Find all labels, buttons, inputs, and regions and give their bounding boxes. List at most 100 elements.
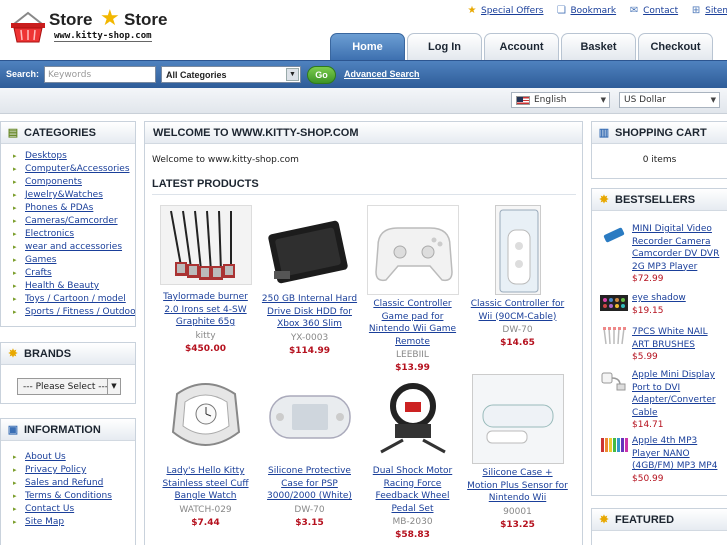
product-name[interactable]: Lady's Hello Kitty Stainless steel Cuff … (155, 465, 256, 503)
list-item[interactable]: ▸ Crafts (13, 267, 135, 280)
info-link[interactable]: Terms & Conditions (25, 491, 112, 501)
list-item[interactable]: ▸ Site Map (13, 516, 135, 529)
bullet-icon: ▸ (13, 204, 17, 212)
brands-select[interactable]: --- Please Select --- ▼ (17, 378, 121, 395)
product-card[interactable]: Taylormade burner 2.0 Irons set 4-SW Gra… (155, 205, 256, 356)
category-link[interactable]: Games (25, 255, 56, 265)
currency-select[interactable]: US Dollar ▼ (619, 92, 720, 108)
bestseller-thumbnail[interactable] (600, 369, 628, 391)
list-item[interactable]: ▸ Terms & Conditions (13, 490, 135, 503)
product-name[interactable]: Silicone Case + Motion Plus Sensor for N… (467, 467, 568, 505)
list-item[interactable]: ▸ Games (13, 254, 135, 267)
list-item[interactable]: ▸ wear and accessories (13, 241, 135, 254)
product-name[interactable]: 250 GB Internal Hard Drive Disk HDD for … (259, 293, 360, 331)
product-image[interactable] (366, 374, 459, 462)
product-card[interactable]: 250 GB Internal Hard Drive Disk HDD for … (259, 205, 360, 358)
bookmark-label[interactable]: Bookmark (571, 6, 617, 16)
product-name[interactable]: Dual Shock Motor Racing Force Feedback W… (362, 465, 463, 515)
go-button[interactable]: Go (307, 66, 336, 84)
bookmark-link[interactable]: ❏ Bookmark (556, 5, 617, 16)
category-link[interactable]: Health & Beauty (25, 281, 99, 291)
chevron-down-icon[interactable]: ▼ (286, 68, 299, 81)
bestseller-name[interactable]: Apple Mini Display Port to DVI Adapter/C… (632, 370, 716, 418)
list-item[interactable]: ▸ Sports / Fitness / Outdoor (13, 306, 135, 319)
info-link[interactable]: Contact Us (25, 504, 74, 514)
tab-checkout[interactable]: Checkout (638, 33, 713, 60)
product-name[interactable]: Classic Controller Game pad for Nintendo… (362, 298, 463, 348)
product-image[interactable] (263, 205, 356, 293)
product-card[interactable]: Silicone Case + Motion Plus Sensor for N… (467, 374, 568, 532)
product-card[interactable]: Silicone Protective Case for PSP 3000/20… (259, 374, 360, 530)
special-offers-link[interactable]: ★ Special Offers (466, 5, 544, 16)
category-link[interactable]: Toys / Cartoon / model (25, 294, 126, 304)
advanced-search-link[interactable]: Advanced Search (344, 69, 420, 79)
tab-basket[interactable]: Basket (561, 33, 636, 60)
category-link[interactable]: Crafts (25, 268, 52, 278)
product-card[interactable]: Classic Controller Game pad for Nintendo… (362, 205, 463, 375)
product-name[interactable]: Silicone Protective Case for PSP 3000/20… (259, 465, 360, 503)
product-image[interactable] (263, 374, 356, 462)
product-name[interactable]: Taylormade burner 2.0 Irons set 4-SW Gra… (155, 291, 256, 329)
list-item[interactable]: ▸ Cameras/Camcorder (13, 215, 135, 228)
basket-logo-icon (11, 11, 45, 43)
list-item[interactable]: ▸ Desktops (13, 150, 135, 163)
list-item[interactable]: ▸ Toys / Cartoon / model (13, 293, 135, 306)
language-select[interactable]: English ▼ (511, 92, 610, 108)
product-name[interactable]: Classic Controller for Wii (90CM-Cable) (467, 298, 568, 323)
category-link[interactable]: Sports / Fitness / Outdoor (25, 307, 135, 317)
site-logo[interactable]: Store ★ Store www.kitty-shop.com (10, 6, 172, 44)
contact-link[interactable]: ✉ Contact (628, 5, 678, 16)
category-link[interactable]: wear and accessories (25, 242, 122, 252)
bestseller-thumbnail[interactable] (600, 223, 628, 245)
list-item[interactable]: ▸ Phones & PDAs (13, 202, 135, 215)
category-link[interactable]: Desktops (25, 151, 67, 161)
list-item[interactable]: ▸ Components (13, 176, 135, 189)
bestseller-thumbnail[interactable] (600, 292, 628, 314)
product-card[interactable]: Classic Controller for Wii (90CM-Cable) … (467, 205, 568, 350)
logo-word-1: Store (49, 10, 93, 29)
bestseller-name[interactable]: MINI Digital Video Recorder Camera Camco… (632, 224, 719, 272)
category-link[interactable]: Electronics (25, 229, 74, 239)
list-item[interactable]: ▸ About Us (13, 451, 135, 464)
sitemap-link[interactable]: ⊞ Sitemap (690, 5, 727, 16)
bestseller-name[interactable]: Apple 4th MP3 Player NANO (4GB/FM) MP3 M… (632, 436, 717, 471)
special-offers-label[interactable]: Special Offers (481, 6, 544, 16)
bestseller-name[interactable]: 7PCS White NAIL ART BRUSHES (632, 327, 708, 350)
tab-account[interactable]: Account (484, 33, 559, 60)
list-item[interactable]: ▸ Computer&Accessories (13, 163, 135, 176)
category-link[interactable]: Cameras/Camcorder (25, 216, 118, 226)
info-link[interactable]: About Us (25, 452, 66, 462)
search-input[interactable]: Keywords (44, 66, 156, 83)
info-link[interactable]: Site Map (25, 517, 64, 527)
category-link[interactable]: Phones & PDAs (25, 203, 93, 213)
product-image[interactable] (164, 374, 247, 462)
category-select[interactable]: All Categories ▼ (161, 66, 301, 83)
contact-label[interactable]: Contact (643, 6, 678, 16)
product-card[interactable]: Lady's Hello Kitty Stainless steel Cuff … (155, 374, 256, 530)
category-link[interactable]: Jewelry&Watches (25, 190, 103, 200)
product-image[interactable] (494, 205, 541, 295)
tab-login[interactable]: Log In (407, 33, 482, 60)
product-card[interactable]: Dual Shock Motor Racing Force Feedback W… (362, 374, 463, 542)
bestseller-price: $5.99 (632, 352, 658, 362)
info-link[interactable]: Sales and Refund (25, 478, 103, 488)
list-item[interactable]: ▸ Health & Beauty (13, 280, 135, 293)
list-item[interactable]: ▸ Electronics (13, 228, 135, 241)
list-item[interactable]: ▸ Privacy Policy (13, 464, 135, 477)
category-link[interactable]: Components (25, 177, 82, 187)
bestseller-thumbnail[interactable] (600, 435, 628, 457)
category-link[interactable]: Computer&Accessories (25, 164, 130, 174)
list-item[interactable]: ▸ Contact Us (13, 503, 135, 516)
product-image[interactable] (159, 205, 252, 285)
latest-products-title: LATEST PRODUCTS (152, 178, 259, 190)
info-link[interactable]: Privacy Policy (25, 465, 86, 475)
list-item[interactable]: ▸ Sales and Refund (13, 477, 135, 490)
bestseller-name[interactable]: eye shadow (632, 293, 686, 303)
shopping-cart-title: SHOPPING CART (615, 126, 707, 139)
product-image[interactable] (366, 205, 459, 295)
bestseller-thumbnail[interactable] (600, 326, 628, 348)
list-item[interactable]: ▸ Jewelry&Watches (13, 189, 135, 202)
product-image[interactable] (471, 374, 564, 464)
tab-home[interactable]: Home (330, 33, 405, 60)
sitemap-label[interactable]: Sitemap (705, 6, 727, 16)
